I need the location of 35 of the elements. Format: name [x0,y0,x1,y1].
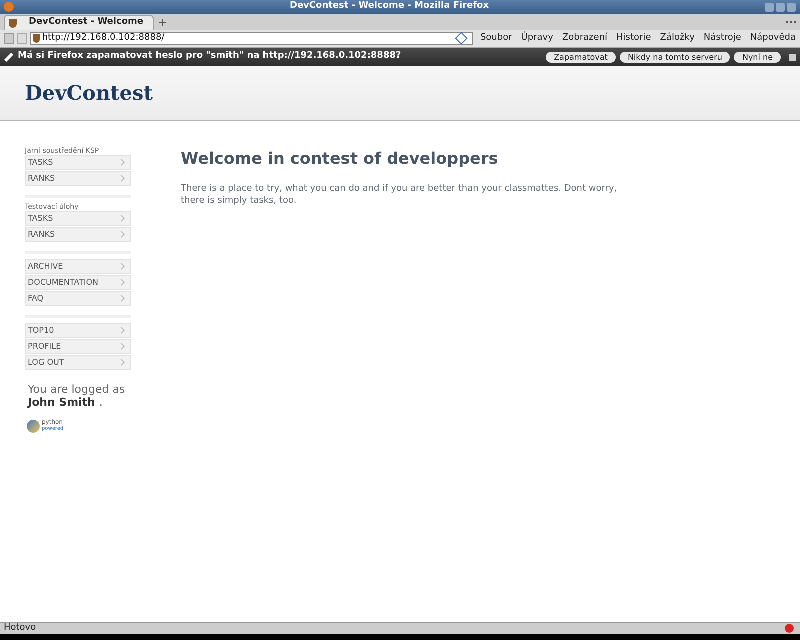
nav-link[interactable]: TASKS [25,211,131,226]
back-button[interactable] [4,33,14,44]
menu-item[interactable]: Historie [616,32,652,46]
user-name: John Smith [28,396,96,409]
menu-item[interactable]: Nástroje [704,32,742,46]
menu-item[interactable]: Zobrazení [562,32,608,46]
nav-link[interactable]: LOG OUT [25,355,131,370]
menu-item[interactable]: Soubor [480,32,512,46]
nav-link[interactable]: ARCHIVE [25,259,131,274]
page-heading: Welcome in contest of developpers [181,148,500,170]
nav-link[interactable]: FAQ [25,291,131,306]
menu-item[interactable]: Nápověda [750,32,796,46]
new-tab-button[interactable]: + [158,17,168,30]
period-text: . [99,396,103,409]
nav-link[interactable]: TASKS [25,155,131,170]
notification-button[interactable]: Nikdy na tomto serveru [620,52,730,62]
nav-link[interactable]: DOCUMENTATION [25,275,131,290]
notification-message: Má si Firefox zapamatovat heslo pro "smith" na http://192.168.0.102:8888? [18,50,402,64]
status-text: Hotovo [4,622,38,635]
nav-link[interactable]: TOP10 [25,323,131,338]
nav-link[interactable]: PROFILE [25,339,131,354]
nav-link[interactable]: RANKS [25,227,131,242]
address-field[interactable]: http://192.168.0.102:8888/ [30,32,474,45]
logged-in-label: You are logged as [28,383,126,396]
intro-paragraph: There is a place to try, what you can do and if you are better than your classmattes. Dont worry, there is simply tasks, too. [181,183,618,207]
nav-link[interactable]: RANKS [25,171,131,186]
menu-item[interactable]: Úpravy [521,32,554,46]
tab[interactable]: DevContest - Welcome [4,15,154,30]
notification-button[interactable]: Nyní ne [734,52,781,62]
menu-item[interactable]: Záložky [660,32,695,46]
window-title: DevContest - Welcome - Mozilla Firefox [288,0,490,14]
site-logo[interactable]: DevContest [25,78,153,108]
tab-list-icon[interactable] [786,21,796,24]
notification-button[interactable]: Zapamatovat [546,52,616,62]
forward-button[interactable] [17,33,28,44]
